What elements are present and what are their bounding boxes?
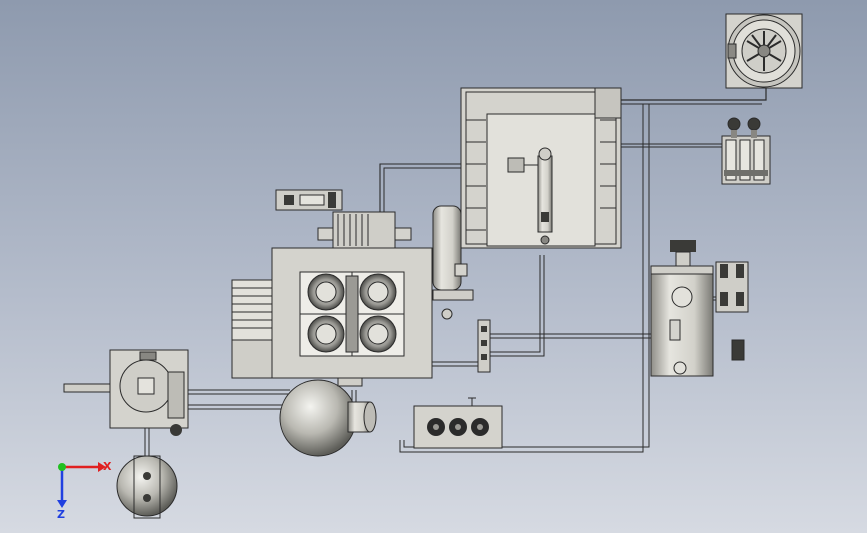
y-axis-dot — [58, 463, 66, 471]
spherical-tank-bottom[interactable] — [116, 455, 178, 519]
control-box-three-dials[interactable] — [413, 397, 503, 449]
valve-cluster-right[interactable] — [715, 261, 749, 361]
cad-scene: X Z — [57, 13, 803, 521]
filter-housing-left[interactable] — [63, 349, 189, 436]
fan-unit[interactable] — [725, 13, 803, 89]
spherical-tank-center[interactable] — [279, 377, 377, 457]
valve-cluster-top[interactable] — [721, 117, 771, 185]
compressor-block[interactable] — [231, 211, 433, 379]
valve-bank-center[interactable] — [477, 319, 491, 373]
heat-exchanger-frame[interactable] — [460, 87, 622, 249]
z-axis-arrowhead — [57, 500, 67, 508]
z-axis-label: Z — [57, 508, 65, 521]
orientation-triad[interactable]: X Z — [57, 460, 112, 521]
x-axis-label: X — [103, 460, 112, 473]
motor-block[interactable] — [275, 189, 343, 211]
cad-viewport[interactable]: X Z — [0, 0, 867, 533]
pressure-vessel-right[interactable] — [650, 240, 714, 377]
